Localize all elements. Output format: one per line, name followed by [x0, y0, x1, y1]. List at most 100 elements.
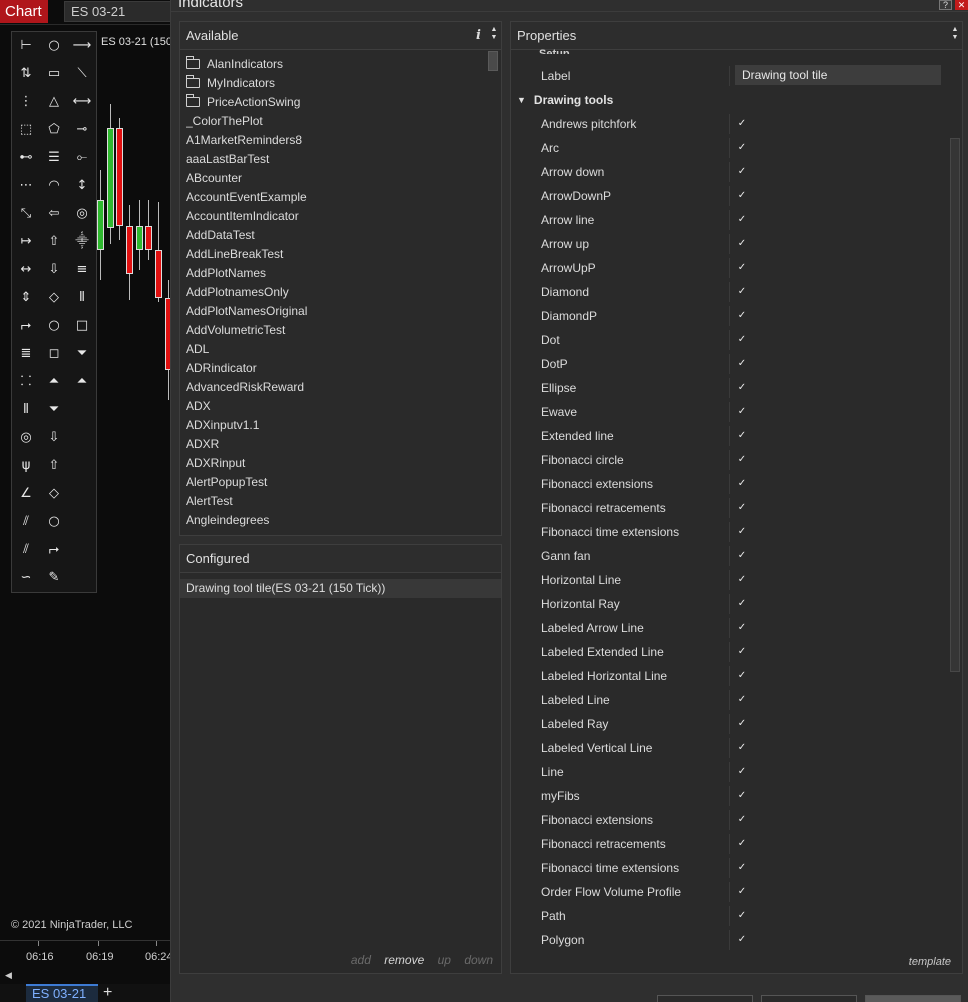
arrow-up-icon[interactable]: ⇧ — [44, 232, 64, 252]
target-circle-icon[interactable]: ◎ — [16, 428, 36, 448]
extended-line-icon[interactable]: ⟜ — [72, 148, 92, 168]
checkbox-checked-icon[interactable]: ✓ — [737, 599, 747, 609]
triangle-up-small-icon[interactable]: ⏶ — [72, 372, 92, 392]
circle-icon[interactable]: ○ — [44, 36, 64, 56]
ruler-icon[interactable]: ⊢ — [16, 36, 36, 56]
double-line-icon[interactable]: ⫽ — [16, 540, 36, 560]
triangle-down-small-icon[interactable]: ⏷ — [44, 400, 64, 420]
remove-button[interactable]: remove — [384, 953, 424, 967]
checkbox-checked-icon[interactable]: ✓ — [737, 311, 747, 321]
triangle-down-icon[interactable]: ⏷ — [72, 344, 92, 364]
info-icon[interactable]: i — [476, 22, 481, 50]
indicator-item[interactable]: AddDataTest — [186, 226, 488, 245]
checkbox-checked-icon[interactable]: ✓ — [737, 791, 747, 801]
ellipse-icon[interactable]: ○ — [44, 512, 64, 532]
checkbox-checked-icon[interactable]: ✓ — [737, 527, 747, 537]
line-icon[interactable]: ⟶ — [72, 36, 92, 56]
checkbox-checked-icon[interactable]: ✓ — [737, 719, 747, 729]
diamond-outline-icon[interactable]: ◇ — [44, 484, 64, 504]
checkbox-checked-icon[interactable]: ✓ — [737, 911, 747, 921]
add-button[interactable]: add — [351, 953, 371, 967]
indicator-item[interactable]: _ColorThePlot — [186, 112, 488, 131]
scroll-left-arrow-icon[interactable]: ◀ — [5, 968, 15, 982]
indicator-item[interactable]: AdvancedRiskReward — [186, 378, 488, 397]
cancel-button[interactable] — [761, 995, 857, 1002]
indicator-item[interactable]: AddVolumetricTest — [186, 321, 488, 340]
arrow-up-outline-icon[interactable]: ⇧ — [44, 456, 64, 476]
triangle-up-icon[interactable]: ⏶ — [44, 372, 64, 392]
checkbox-checked-icon[interactable]: ✓ — [737, 503, 747, 513]
indicator-item[interactable]: ABcounter — [186, 169, 488, 188]
properties-scroll-thumb[interactable] — [950, 138, 960, 672]
indicator-item[interactable]: ADL — [186, 340, 488, 359]
fib-text-icon[interactable]: ☰ — [44, 148, 64, 168]
checkbox-checked-icon[interactable]: ✓ — [737, 455, 747, 465]
close-button[interactable]: ✕ — [955, 0, 968, 10]
vertical-lines-icon[interactable]: ⦀ — [72, 288, 92, 308]
vertical-dashed-icon[interactable]: ⋮ — [16, 92, 36, 112]
path-arrow-icon[interactable]: ⮣ — [44, 540, 64, 560]
rectangle-dashed-icon[interactable]: ⬚ — [16, 120, 36, 140]
indicator-item[interactable]: ADXinputv1.1 — [186, 416, 488, 435]
template-link[interactable]: template — [909, 956, 951, 968]
dotted-line-icon[interactable]: ⋯ — [16, 176, 36, 196]
diagonal-line-icon[interactable]: ⟍ — [72, 64, 92, 84]
scroll-arrows-icon[interactable]: ▲ ▼ — [948, 22, 962, 50]
tab-es-03-21[interactable]: ES 03-21 — [26, 984, 98, 1002]
indicator-item[interactable]: AddLineBreakTest — [186, 245, 488, 264]
checkbox-checked-icon[interactable]: ✓ — [737, 167, 747, 177]
arc-icon[interactable]: ◠ — [44, 176, 64, 196]
checkbox-checked-icon[interactable]: ✓ — [737, 119, 747, 129]
indicator-item[interactable]: Angleindegrees — [186, 511, 488, 530]
arrow-down-outline-icon[interactable]: ⇩ — [44, 428, 64, 448]
wave-icon[interactable]: ∽ — [16, 568, 36, 588]
pitchfork-icon[interactable]: ψ — [16, 456, 36, 476]
checkbox-checked-icon[interactable]: ✓ — [737, 359, 747, 369]
ray-icon[interactable]: ⊸ — [72, 120, 92, 140]
indicator-item[interactable]: AlertPopupTest — [186, 473, 488, 492]
horizontal-arrow-icon[interactable]: ⟷ — [72, 92, 92, 112]
checkbox-checked-icon[interactable]: ✓ — [737, 551, 747, 561]
indicator-item[interactable]: ADRindicator — [186, 359, 488, 378]
target-icon[interactable]: ◎ — [72, 204, 92, 224]
diamond-icon[interactable]: ◇ — [44, 288, 64, 308]
checkbox-checked-icon[interactable]: ✓ — [737, 935, 747, 945]
time-lines-icon[interactable]: ⦀ — [16, 400, 36, 420]
double-arrow-icon[interactable]: ↔ — [16, 260, 36, 280]
drawing-tools-group[interactable]: ▼ Drawing tools — [517, 89, 613, 111]
fib-retracement-icon[interactable]: ⸬ — [16, 372, 36, 392]
instrument-selector[interactable]: ES 03-21 — [64, 1, 172, 22]
checkbox-checked-icon[interactable]: ✓ — [737, 263, 747, 273]
indicator-item[interactable]: AddPlotnamesOnly — [186, 283, 488, 302]
square-small-icon[interactable]: ◻ — [44, 344, 64, 364]
horizontal-lines-icon[interactable]: ≡ — [72, 260, 92, 280]
caret-down-icon[interactable]: ▼ — [517, 89, 526, 111]
indicator-item[interactable]: aaaLastBarTest — [186, 150, 488, 169]
checkbox-checked-icon[interactable]: ✓ — [737, 647, 747, 657]
gann-fan-icon[interactable]: ∠ — [16, 484, 36, 504]
folder-item[interactable]: PriceActionSwing — [186, 93, 488, 112]
triangle-icon[interactable]: △ — [44, 92, 64, 112]
path-icon[interactable]: ⮣ — [16, 316, 36, 336]
checkbox-checked-icon[interactable]: ✓ — [737, 695, 747, 705]
checkbox-checked-icon[interactable]: ✓ — [737, 143, 747, 153]
checkbox-checked-icon[interactable]: ✓ — [737, 839, 747, 849]
ok-button[interactable] — [657, 995, 753, 1002]
diagonal-arrow-icon[interactable]: ⤡ — [16, 204, 36, 224]
available-scrollbar[interactable] — [487, 50, 499, 535]
vertical-double-arrow-icon[interactable]: ⇕ — [16, 288, 36, 308]
checkbox-checked-icon[interactable]: ✓ — [737, 863, 747, 873]
polygon-icon[interactable]: ⬠ — [44, 120, 64, 140]
pencil-icon[interactable]: ✎ — [44, 568, 64, 588]
indicator-item[interactable]: ADXR — [186, 435, 488, 454]
checkbox-checked-icon[interactable]: ✓ — [737, 239, 747, 249]
checkbox-checked-icon[interactable]: ✓ — [737, 815, 747, 825]
folder-item[interactable]: AlanIndicators — [186, 55, 488, 74]
indicator-item[interactable]: ADX — [186, 397, 488, 416]
checkbox-checked-icon[interactable]: ✓ — [737, 671, 747, 681]
scroll-arrows-icon[interactable]: ▲ ▼ — [487, 22, 501, 50]
horizontal-ray-icon[interactable]: ⊷ — [16, 148, 36, 168]
rectangle-icon[interactable]: ▭ — [44, 64, 64, 84]
checkbox-checked-icon[interactable]: ✓ — [737, 287, 747, 297]
indicator-item[interactable]: A1MarketReminders8 — [186, 131, 488, 150]
